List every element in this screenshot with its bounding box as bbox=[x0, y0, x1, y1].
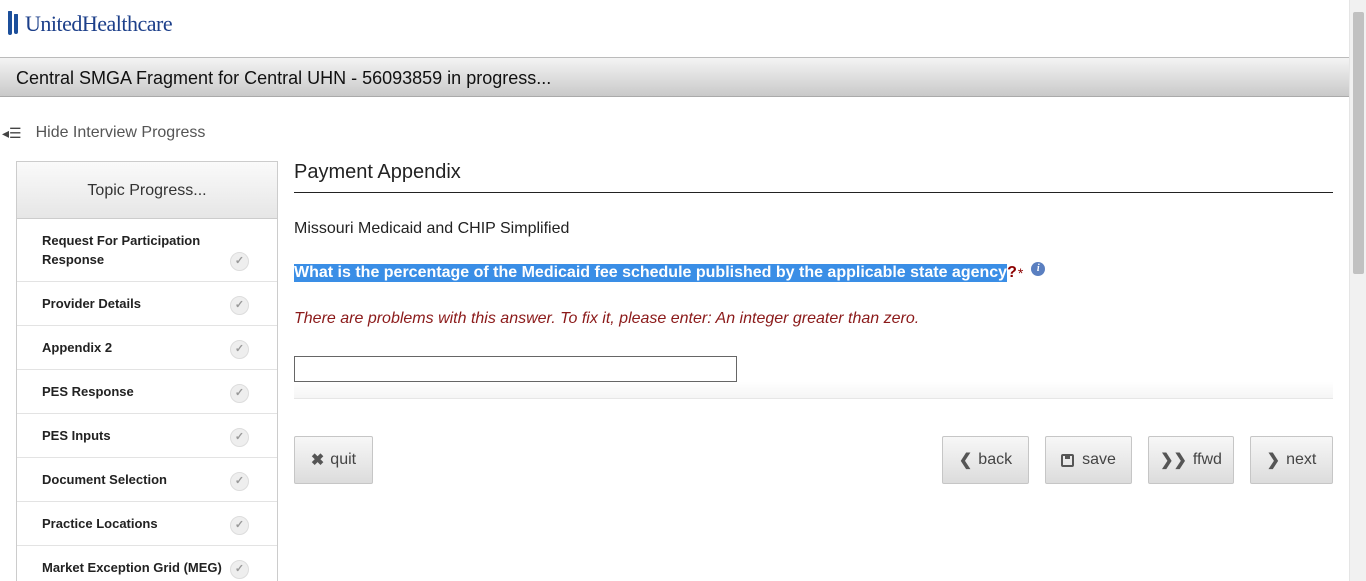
menu-icon: ◂☰ bbox=[2, 124, 22, 141]
topic-label: Appendix 2 bbox=[42, 340, 113, 355]
topic-item-pes-response[interactable]: PES Response ✓ bbox=[17, 370, 277, 414]
hide-progress-label: Hide Interview Progress bbox=[35, 124, 206, 141]
topic-item-appendix-2[interactable]: Appendix 2 ✓ bbox=[17, 326, 277, 370]
double-chevron-right-icon: ❯❯ bbox=[1160, 452, 1187, 469]
topic-label: PES Inputs bbox=[42, 428, 111, 443]
check-icon: ✓ bbox=[230, 472, 249, 491]
percentage-input[interactable] bbox=[294, 356, 737, 382]
topic-progress-header: Topic Progress... bbox=[17, 162, 277, 219]
info-icon[interactable]: i bbox=[1031, 262, 1046, 276]
shield-logo-icon bbox=[8, 11, 22, 37]
next-button[interactable]: ❯ next bbox=[1250, 436, 1333, 484]
topic-item-request-for-participation[interactable]: Request For Participation Response ✓ bbox=[17, 219, 277, 282]
chevron-left-icon: ❮ bbox=[958, 452, 973, 469]
topic-item-market-exception-grid[interactable]: Market Exception Grid (MEG) ✓ bbox=[17, 546, 277, 581]
next-label: next bbox=[1286, 451, 1317, 468]
topic-item-practice-locations[interactable]: Practice Locations ✓ bbox=[17, 502, 277, 546]
chevron-right-icon: ❯ bbox=[1266, 452, 1281, 469]
floppy-icon bbox=[1061, 453, 1075, 467]
topic-label: Practice Locations bbox=[42, 516, 158, 531]
question-text: What is the percentage of the Medicaid f… bbox=[294, 264, 1008, 282]
save-label: save bbox=[1082, 451, 1116, 468]
check-icon: ✓ bbox=[230, 516, 249, 535]
question: What is the percentage of the Medicaid f… bbox=[294, 262, 1333, 282]
interview-title: Central SMGA Fragment for Central UHN - … bbox=[16, 68, 552, 88]
quit-label: quit bbox=[330, 451, 357, 468]
check-icon: ✓ bbox=[230, 428, 249, 447]
topic-item-provider-details[interactable]: Provider Details ✓ bbox=[17, 282, 277, 326]
topic-label: Document Selection bbox=[42, 472, 167, 487]
x-icon: ✖ bbox=[310, 452, 325, 469]
answer-row bbox=[294, 356, 1333, 399]
check-icon: ✓ bbox=[230, 340, 249, 359]
topic-progress-title: Topic Progress... bbox=[87, 182, 207, 199]
check-icon: ✓ bbox=[230, 560, 249, 579]
ffwd-label: ffwd bbox=[1192, 451, 1222, 468]
topic-progress-panel: Topic Progress... Request For Participat… bbox=[16, 161, 278, 581]
quit-button[interactable]: ✖ quit bbox=[294, 436, 373, 484]
back-label: back bbox=[978, 451, 1013, 468]
section-title: Payment Appendix bbox=[294, 161, 1333, 193]
topic-label: Market Exception Grid (MEG) bbox=[42, 560, 222, 575]
interview-title-bar: Central SMGA Fragment for Central UHN - … bbox=[0, 57, 1349, 97]
topic-item-pes-inputs[interactable]: PES Inputs ✓ bbox=[17, 414, 277, 458]
back-button[interactable]: ❮ back bbox=[942, 436, 1029, 484]
brand-name: UnitedHealthcare bbox=[25, 11, 173, 36]
main-content: Payment Appendix Missouri Medicaid and C… bbox=[294, 161, 1333, 484]
scrollbar-thumb[interactable] bbox=[1353, 12, 1364, 274]
check-icon: ✓ bbox=[230, 384, 249, 403]
section-subtitle: Missouri Medicaid and CHIP Simplified bbox=[294, 220, 570, 237]
ffwd-button[interactable]: ❯❯ ffwd bbox=[1148, 436, 1234, 484]
vertical-scrollbar[interactable] bbox=[1349, 0, 1366, 581]
question-mark: ? bbox=[1007, 264, 1017, 281]
brand-logo[interactable]: UnitedHealthcare bbox=[8, 10, 173, 38]
validation-error: There are problems with this answer. To … bbox=[294, 310, 920, 327]
topic-item-document-selection[interactable]: Document Selection ✓ bbox=[17, 458, 277, 502]
save-button[interactable]: save bbox=[1045, 436, 1132, 484]
topic-label: Request For Participation Response bbox=[42, 233, 201, 267]
check-icon: ✓ bbox=[230, 296, 249, 315]
topic-label: Provider Details bbox=[42, 296, 141, 311]
topic-label: PES Response bbox=[42, 384, 134, 399]
hide-progress-toggle[interactable]: ◂☰ Hide Interview Progress bbox=[2, 124, 205, 142]
check-icon: ✓ bbox=[230, 252, 249, 271]
required-marker: * bbox=[1017, 265, 1024, 281]
